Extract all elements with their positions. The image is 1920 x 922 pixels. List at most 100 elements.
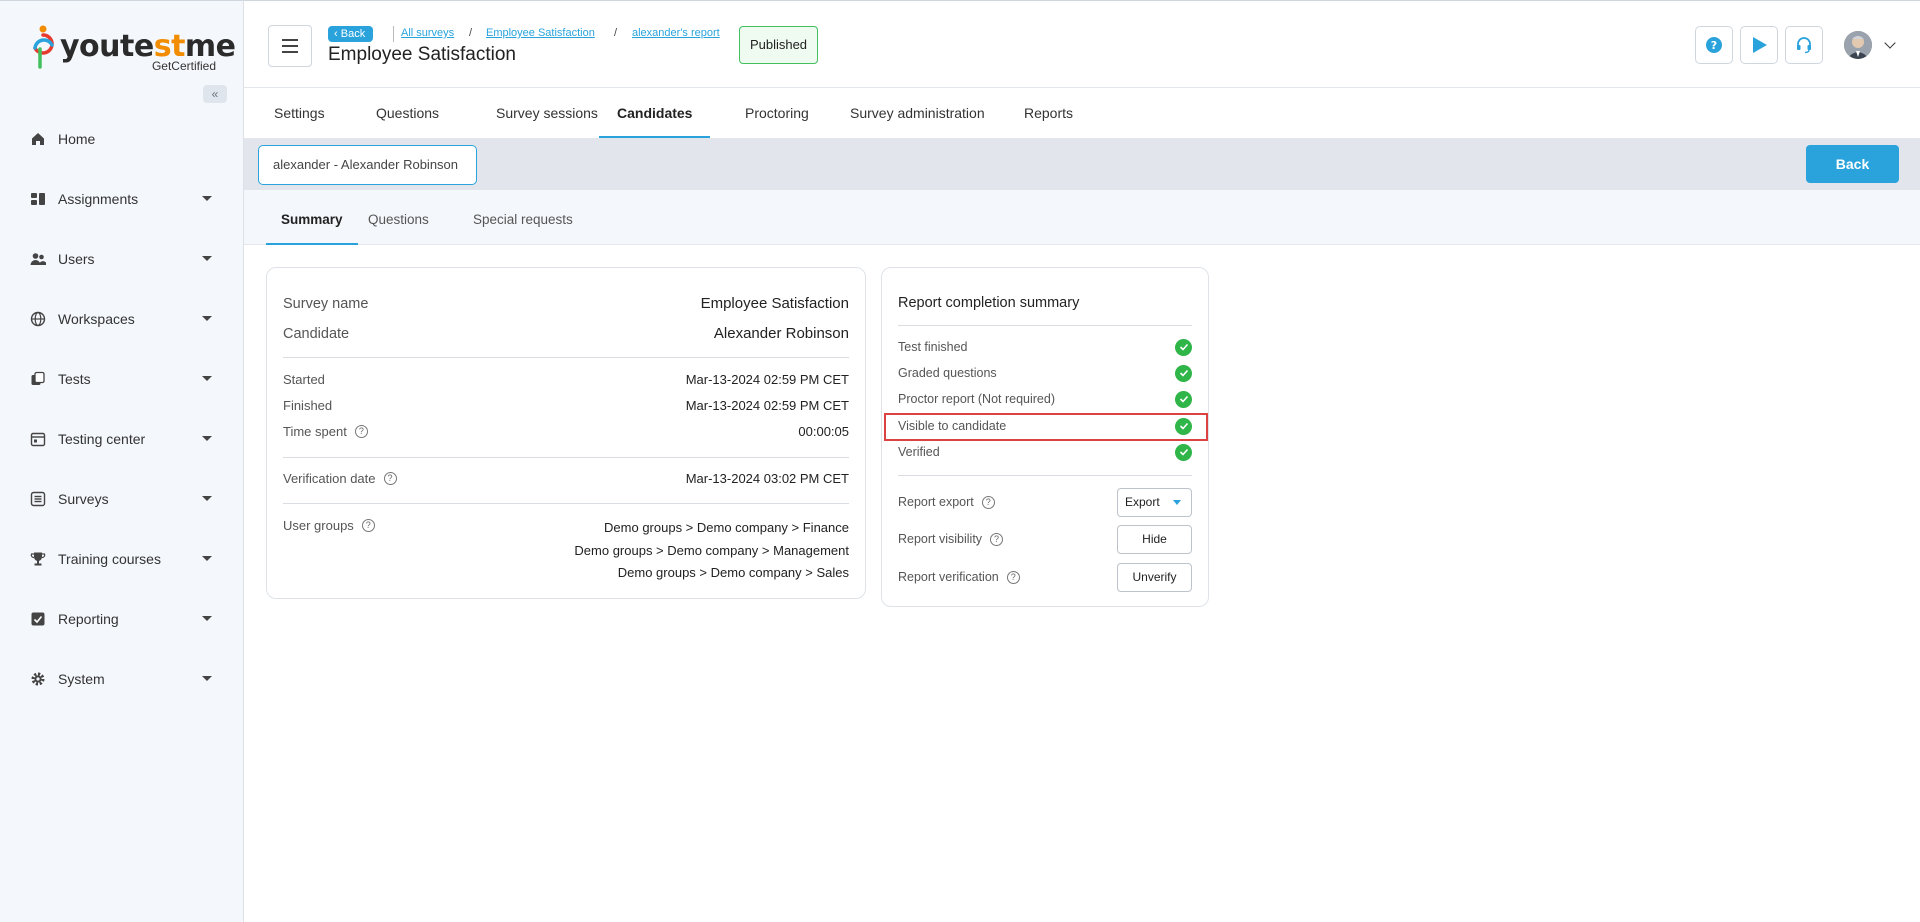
report-verification-label: Report verification bbox=[898, 570, 999, 584]
user-groups-label: User groups bbox=[283, 518, 354, 533]
status-label: Graded questions bbox=[898, 366, 997, 380]
top-header: ‹ Back All surveys / Employee Satisfacti… bbox=[244, 0, 1920, 88]
breadcrumb-report[interactable]: alexander's report bbox=[632, 27, 720, 39]
brand-tagline: GetCertified bbox=[151, 59, 216, 73]
user-groups-list: Demo groups > Demo company > Finance Dem… bbox=[574, 517, 849, 585]
check-circle-icon bbox=[1175, 338, 1192, 356]
tab-survey-sessions[interactable]: Survey sessions bbox=[478, 88, 616, 138]
help-icon[interactable]: ? bbox=[1006, 570, 1020, 584]
finished-value: Mar-13-2024 02:59 PM CET bbox=[685, 398, 849, 413]
status-row-test-finished: Test finished bbox=[898, 334, 1192, 360]
chevron-down-icon bbox=[202, 496, 212, 501]
candidate-row: Candidate Alexander Robinson bbox=[283, 325, 849, 342]
unverify-button[interactable]: Unverify bbox=[1117, 562, 1192, 592]
reporting-icon bbox=[30, 611, 46, 627]
sidebar-item-workspaces[interactable]: Workspaces bbox=[0, 289, 244, 349]
subtab-questions[interactable]: Questions bbox=[353, 190, 444, 245]
chevron-down-icon bbox=[202, 316, 212, 321]
status-label: Proctor report (Not required) bbox=[898, 392, 1056, 406]
play-tutorial-button[interactable] bbox=[1740, 26, 1778, 64]
chevron-down-icon[interactable] bbox=[1884, 37, 1896, 49]
survey-name-row: Survey name Employee Satisfaction bbox=[283, 295, 849, 312]
sidebar-item-users[interactable]: Users bbox=[0, 229, 244, 289]
header-back-button[interactable]: ‹ Back bbox=[328, 26, 374, 42]
help-icon[interactable]: ? bbox=[981, 495, 995, 509]
tab-settings[interactable]: Settings bbox=[256, 88, 343, 138]
user-group-item: Demo groups > Demo company > Sales bbox=[617, 565, 849, 580]
breadcrumb-all-surveys[interactable]: All surveys bbox=[401, 27, 454, 39]
tab-survey-administration[interactable]: Survey administration bbox=[832, 88, 1003, 138]
report-visibility-row: Report visibility? Hide bbox=[898, 524, 1192, 554]
sidebar-item-reporting[interactable]: Reporting bbox=[0, 589, 244, 649]
chevron-down-icon bbox=[202, 436, 212, 441]
candidate-select[interactable]: alexander - Alexander Robinson bbox=[258, 145, 477, 185]
status-label: Verified bbox=[898, 445, 940, 459]
sidebar-item-training-courses[interactable]: Training courses bbox=[0, 529, 244, 589]
help-icon[interactable]: ? bbox=[990, 532, 1004, 546]
tab-reports[interactable]: Reports bbox=[1006, 88, 1091, 138]
export-label: Export bbox=[1125, 494, 1160, 509]
status-row-visible-to-candidate: Visible to candidate bbox=[898, 413, 1192, 439]
help-icon[interactable]: ? bbox=[383, 472, 397, 485]
collapse-sidebar-button[interactable]: « bbox=[203, 85, 227, 103]
status-row-proctor-report: Proctor report (Not required) bbox=[898, 386, 1192, 412]
check-circle-icon bbox=[1175, 390, 1192, 408]
subtab-special-requests[interactable]: Special requests bbox=[458, 190, 588, 245]
summary-card: Survey name Employee Satisfaction Candid… bbox=[266, 267, 866, 599]
time-spent-value: 00:00:05 bbox=[798, 424, 849, 439]
chevron-down-icon bbox=[202, 196, 212, 201]
check-circle-icon bbox=[1175, 443, 1192, 461]
sidebar-item-label: Training courses bbox=[58, 551, 161, 567]
avatar[interactable] bbox=[1844, 31, 1872, 59]
verification-date-value: Mar-13-2024 03:02 PM CET bbox=[685, 471, 849, 486]
divider bbox=[898, 475, 1192, 476]
breadcrumb-separator: / bbox=[469, 27, 473, 39]
export-dropdown[interactable]: Export bbox=[1117, 487, 1192, 517]
tab-proctoring[interactable]: Proctoring bbox=[727, 88, 827, 138]
hide-button[interactable]: Hide bbox=[1117, 524, 1192, 554]
sidebar-item-label: Testing center bbox=[58, 431, 146, 447]
help-icon[interactable]: ? bbox=[361, 519, 375, 532]
hamburger-menu-button[interactable] bbox=[268, 25, 312, 67]
back-button[interactable]: Back bbox=[1806, 145, 1899, 183]
check-circle-icon bbox=[1175, 364, 1192, 382]
chevron-down-icon bbox=[202, 556, 212, 561]
sidebar-item-system[interactable]: System bbox=[0, 649, 244, 709]
tab-questions[interactable]: Questions bbox=[358, 88, 457, 138]
sidebar: youtestme GetCertified « Home Assignment… bbox=[0, 0, 244, 922]
survey-name-value: Employee Satisfaction bbox=[700, 295, 849, 312]
help-icon: ? bbox=[1706, 37, 1722, 53]
tab-candidates[interactable]: Candidates bbox=[599, 88, 711, 138]
sidebar-item-label: System bbox=[58, 671, 105, 687]
trophy-icon bbox=[30, 551, 46, 567]
status-badge: Published bbox=[739, 26, 818, 64]
logo[interactable]: youtestme GetCertified bbox=[32, 25, 236, 73]
candidate-bar: alexander - Alexander Robinson Back bbox=[244, 138, 1920, 190]
play-icon bbox=[1753, 37, 1767, 53]
subtab-summary[interactable]: Summary bbox=[266, 190, 358, 245]
chevron-left-icon: ‹ bbox=[334, 28, 341, 40]
report-export-label: Report export bbox=[898, 495, 974, 509]
chevron-down-icon bbox=[202, 616, 212, 621]
chevron-down-icon bbox=[202, 256, 212, 261]
help-button[interactable]: ? bbox=[1695, 26, 1733, 64]
help-icon[interactable]: ? bbox=[354, 425, 368, 438]
candidate-label: Candidate bbox=[283, 325, 350, 342]
sidebar-item-tests[interactable]: Tests bbox=[0, 349, 244, 409]
sidebar-item-label: Workspaces bbox=[58, 311, 135, 327]
report-subtabs: Summary Questions Special requests bbox=[244, 190, 1920, 245]
breadcrumb-employee-satisfaction[interactable]: Employee Satisfaction bbox=[486, 27, 595, 39]
sidebar-item-surveys[interactable]: Surveys bbox=[0, 469, 244, 529]
report-visibility-label: Report visibility bbox=[898, 532, 983, 546]
sidebar-item-assignments[interactable]: Assignments bbox=[0, 169, 244, 229]
report-export-row: Report export? Export bbox=[898, 487, 1192, 517]
sidebar-item-label: Reporting bbox=[58, 611, 119, 627]
sidebar-item-label: Home bbox=[58, 131, 96, 147]
sidebar-item-home[interactable]: Home bbox=[0, 109, 244, 169]
time-spent-row: Time spent? 00:00:05 bbox=[283, 424, 849, 439]
svg-text:?: ? bbox=[1711, 39, 1717, 52]
sidebar-item-testing-center[interactable]: Testing center bbox=[0, 409, 244, 469]
support-button[interactable] bbox=[1785, 26, 1823, 64]
user-group-item: Demo groups > Demo company > Management bbox=[574, 542, 849, 558]
headset-icon bbox=[1797, 37, 1811, 54]
